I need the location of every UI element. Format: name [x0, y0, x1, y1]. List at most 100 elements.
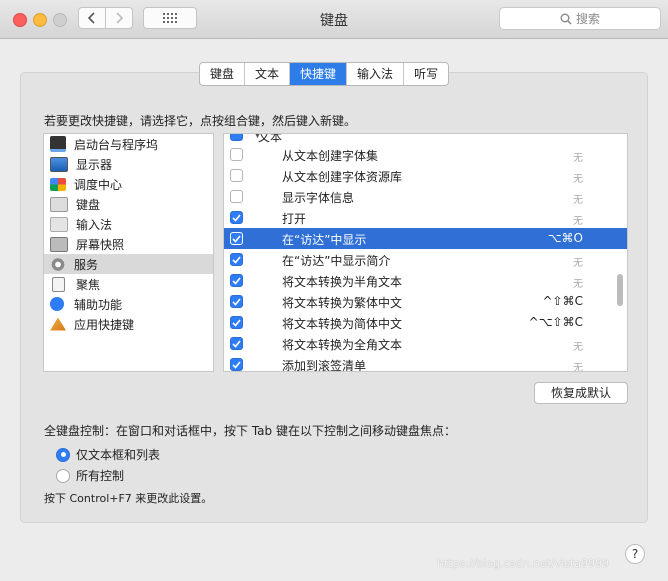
shortcut-label: 将文本转换为半角文本: [282, 275, 403, 289]
shortcut-checkbox[interactable]: [230, 211, 243, 224]
shortcut-label: 添加到滚签清单: [282, 359, 367, 372]
shortcut-checkbox[interactable]: [230, 274, 243, 287]
radio-all-controls[interactable]: 所有控制: [56, 467, 124, 484]
category-keyboard[interactable]: 键盘: [44, 194, 213, 214]
shortcut-key[interactable]: 无: [573, 212, 583, 227]
shortcut-checkbox[interactable]: [230, 295, 243, 308]
radio-text-boxes-lists[interactable]: 仅文本框和列表: [56, 446, 160, 463]
category-label: 服务: [74, 257, 99, 272]
shortcut-checkbox[interactable]: [230, 358, 243, 371]
shortcut-key[interactable]: 无: [573, 338, 583, 353]
shortcut-row[interactable]: 显示字体信息 无: [224, 186, 627, 207]
shortcut-key[interactable]: 无: [573, 170, 583, 185]
shortcut-checkbox[interactable]: [230, 337, 243, 350]
category-input-sources[interactable]: 输入法: [44, 214, 213, 234]
category-label: 应用快捷键: [74, 317, 135, 332]
category-display[interactable]: 显示器: [44, 154, 213, 174]
tab-shortcuts[interactable]: 快捷键: [290, 63, 348, 85]
category-app-shortcuts[interactable]: 应用快捷键: [44, 314, 213, 334]
shortcut-row[interactable]: 将文本转换为简体中文 ^⌥⇧⌘C: [224, 312, 627, 333]
checkmark-icon: [232, 339, 241, 348]
tab-text[interactable]: 文本: [245, 63, 291, 85]
scrollbar-thumb[interactable]: [617, 274, 623, 306]
services-gear-icon: [50, 257, 66, 271]
shortcut-label: 打开: [282, 212, 307, 226]
category-services[interactable]: 服务: [44, 254, 213, 274]
shortcut-key[interactable]: 无: [573, 275, 583, 290]
mission-control-icon: [50, 177, 66, 191]
shortcut-label: 从文本创建字体集: [282, 149, 379, 163]
tab-dictation[interactable]: 听写: [404, 63, 448, 85]
shortcut-label: 将文本转换为全角文本: [282, 338, 403, 352]
zoom-window-button[interactable]: [53, 13, 67, 27]
forward-button[interactable]: [105, 7, 133, 29]
shortcut-row-selected[interactable]: 在“访达”中显示 ⌥⌘O: [224, 228, 627, 249]
shortcut-key[interactable]: 无: [573, 149, 583, 164]
category-accessibility[interactable]: 辅助功能: [44, 294, 213, 314]
category-label: 输入法: [76, 217, 113, 232]
search-icon: [560, 13, 572, 25]
shortcut-key[interactable]: 无: [573, 191, 583, 206]
shortcut-key[interactable]: 无: [573, 359, 583, 371]
radio-button[interactable]: [56, 468, 70, 483]
shortcut-checkbox[interactable]: [230, 316, 243, 329]
tab-keyboard[interactable]: 键盘: [200, 63, 246, 85]
chevron-right-icon: [116, 12, 123, 24]
shortcut-row[interactable]: 在“访达”中显示简介 无: [224, 249, 627, 270]
keyboard-control-hint: 按下 Control+F7 来更改此设置。: [44, 492, 213, 505]
shortcut-group-row[interactable]: ▼ 文本: [224, 134, 627, 144]
category-spotlight[interactable]: 聚焦: [44, 274, 213, 294]
shortcut-row[interactable]: 将文本转换为繁体中文 ^⇧⌘C: [224, 291, 627, 312]
search-field[interactable]: 搜索: [499, 7, 661, 30]
help-button[interactable]: ?: [625, 544, 645, 564]
shortcut-checkbox[interactable]: [230, 253, 243, 266]
category-label: 键盘: [76, 197, 101, 212]
shortcut-checkbox[interactable]: [230, 169, 243, 182]
category-label: 屏幕快照: [76, 237, 125, 252]
shortcut-row[interactable]: 从文本创建字体资源库 无: [224, 165, 627, 186]
category-mission-control[interactable]: 调度中心: [44, 174, 213, 194]
shortcut-checkbox[interactable]: [230, 148, 243, 161]
radio-label: 所有控制: [76, 469, 125, 483]
shortcut-key[interactable]: ^⇧⌘C: [543, 294, 584, 308]
shortcut-key[interactable]: ⌥⌘O: [548, 231, 583, 245]
shortcut-label: 显示字体信息: [282, 191, 355, 205]
shortcut-row[interactable]: 将文本转换为全角文本 无: [224, 333, 627, 354]
instruction-text: 若要更改快捷键，请选择它，点按组合键，然后键入新键。: [44, 114, 357, 128]
category-screenshots[interactable]: 屏幕快照: [44, 234, 213, 254]
checkmark-icon: [232, 213, 241, 222]
keyboard-control-label: 全键盘控制：在窗口和对话框中，按下 Tab 键在以下控制之间移动键盘焦点：: [44, 424, 456, 438]
shortcut-key[interactable]: 无: [573, 254, 583, 269]
search-placeholder: 搜索: [575, 12, 600, 26]
category-launchpad-dock[interactable]: 启动台与程序坞: [44, 134, 213, 154]
restore-defaults-button[interactable]: 恢复成默认: [534, 382, 628, 404]
radio-button[interactable]: [56, 447, 70, 462]
launchpad-dock-icon: [50, 136, 66, 152]
category-label: 调度中心: [74, 177, 123, 192]
checkmark-icon: [232, 255, 241, 264]
shortcut-row[interactable]: 从文本创建字体集 无: [224, 144, 627, 165]
category-list: 启动台与程序坞 显示器 调度中心 键盘 输入法 屏幕快照 服务 聚焦 辅助功能 …: [43, 133, 214, 372]
back-button[interactable]: [78, 7, 106, 29]
group-checkbox[interactable]: [230, 134, 243, 141]
grid-icon: [163, 13, 177, 23]
accessibility-icon: [50, 297, 64, 311]
checkmark-icon: [232, 360, 241, 369]
shortcut-checkbox[interactable]: [230, 232, 243, 245]
shortcut-key[interactable]: ^⌥⇧⌘C: [529, 315, 583, 329]
category-label: 启动台与程序坞: [74, 137, 159, 152]
shortcut-row[interactable]: 打开 无: [224, 207, 627, 228]
show-all-button[interactable]: [143, 7, 197, 29]
category-label: 显示器: [76, 157, 113, 172]
category-label: 聚焦: [76, 277, 101, 292]
screenshot-icon: [50, 236, 68, 252]
checkmark-icon: [232, 276, 241, 285]
shortcut-row[interactable]: 将文本转换为半角文本 无: [224, 270, 627, 291]
close-window-button[interactable]: [13, 13, 27, 27]
shortcut-row[interactable]: 添加到滚签清单 无: [224, 354, 627, 372]
scrollbar[interactable]: [615, 134, 625, 371]
tab-input-sources[interactable]: 输入法: [347, 63, 405, 85]
minimize-window-button[interactable]: [33, 13, 47, 27]
shortcut-checkbox[interactable]: [230, 190, 243, 203]
shortcut-label: 在“访达”中显示简介: [282, 254, 391, 268]
